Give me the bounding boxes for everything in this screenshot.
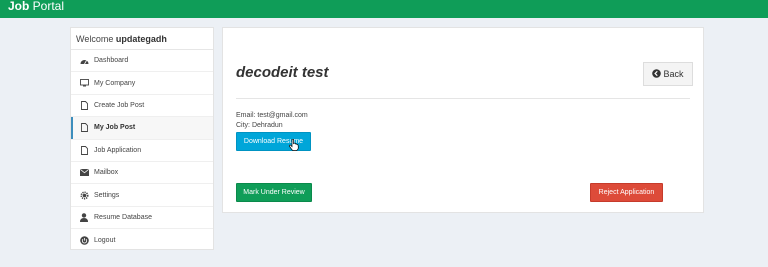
username: updategadh xyxy=(115,34,167,44)
welcome-header: Welcome updategadh xyxy=(71,28,213,50)
job-detail-panel: decodeit test Back Email: test@gmail.com… xyxy=(222,27,704,213)
file-icon xyxy=(79,100,89,110)
sidebar-item-label: Create Job Post xyxy=(94,101,145,109)
sidebar-item-label: Mailbox xyxy=(94,169,119,177)
file-icon xyxy=(79,123,89,133)
sidebar-item-my-job-post[interactable]: My Job Post xyxy=(71,117,213,140)
power-icon xyxy=(79,235,89,245)
mark-under-review-button[interactable]: Mark Under Review xyxy=(236,183,312,202)
dashboard-icon xyxy=(79,56,89,66)
file-icon xyxy=(79,145,89,155)
sidebar-item-create-job-post[interactable]: Create Job Post xyxy=(71,95,213,118)
reject-application-button[interactable]: Reject Application xyxy=(590,183,663,202)
sidebar-item-label: My Company xyxy=(94,79,136,87)
envelope-icon xyxy=(79,168,89,178)
page-title: decodeit test xyxy=(236,64,329,81)
sidebar-item-resume-database[interactable]: Resume Database xyxy=(71,207,213,230)
monitor-icon xyxy=(79,78,89,88)
sidebar-item-label: Logout xyxy=(94,236,116,244)
sidebar-item-label: Job Application xyxy=(94,146,142,154)
brand-rest: Portal xyxy=(29,0,65,13)
welcome-prefix: Welcome xyxy=(76,34,116,44)
sidebar-item-mailbox[interactable]: Mailbox xyxy=(71,162,213,185)
gear-icon xyxy=(79,190,89,200)
sidebar-item-logout[interactable]: Logout xyxy=(71,229,213,251)
sidebar-item-job-application[interactable]: Job Application xyxy=(71,140,213,162)
divider xyxy=(236,98,690,99)
sidebar-item-dashboard[interactable]: Dashboard xyxy=(71,50,213,73)
back-button-label: Back xyxy=(663,69,684,79)
sidebar-item-label: Settings xyxy=(94,191,120,199)
sidebar-item-my-company[interactable]: My Company xyxy=(71,72,213,95)
top-navbar: Job Portal xyxy=(0,0,768,18)
brand-bold: Job xyxy=(8,0,30,13)
sidebar-item-settings[interactable]: Settings xyxy=(71,184,213,207)
back-button[interactable]: Back xyxy=(643,62,693,86)
sidebar: Welcome updategadh Dashboard My Company … xyxy=(70,27,214,250)
sidebar-item-label: Resume Database xyxy=(94,213,152,221)
applicant-email: Email: test@gmail.com xyxy=(236,112,308,119)
applicant-city: City: Dehradun xyxy=(236,122,283,129)
arrow-left-circle-icon xyxy=(652,68,662,80)
hand-cursor-icon xyxy=(288,138,299,156)
sidebar-item-label: Dashboard xyxy=(94,57,129,65)
brand-logo[interactable]: Job Portal xyxy=(8,0,64,12)
user-icon xyxy=(79,212,89,222)
download-resume-button[interactable]: Download Resume xyxy=(236,132,311,151)
sidebar-item-label: My Job Post xyxy=(94,124,136,132)
